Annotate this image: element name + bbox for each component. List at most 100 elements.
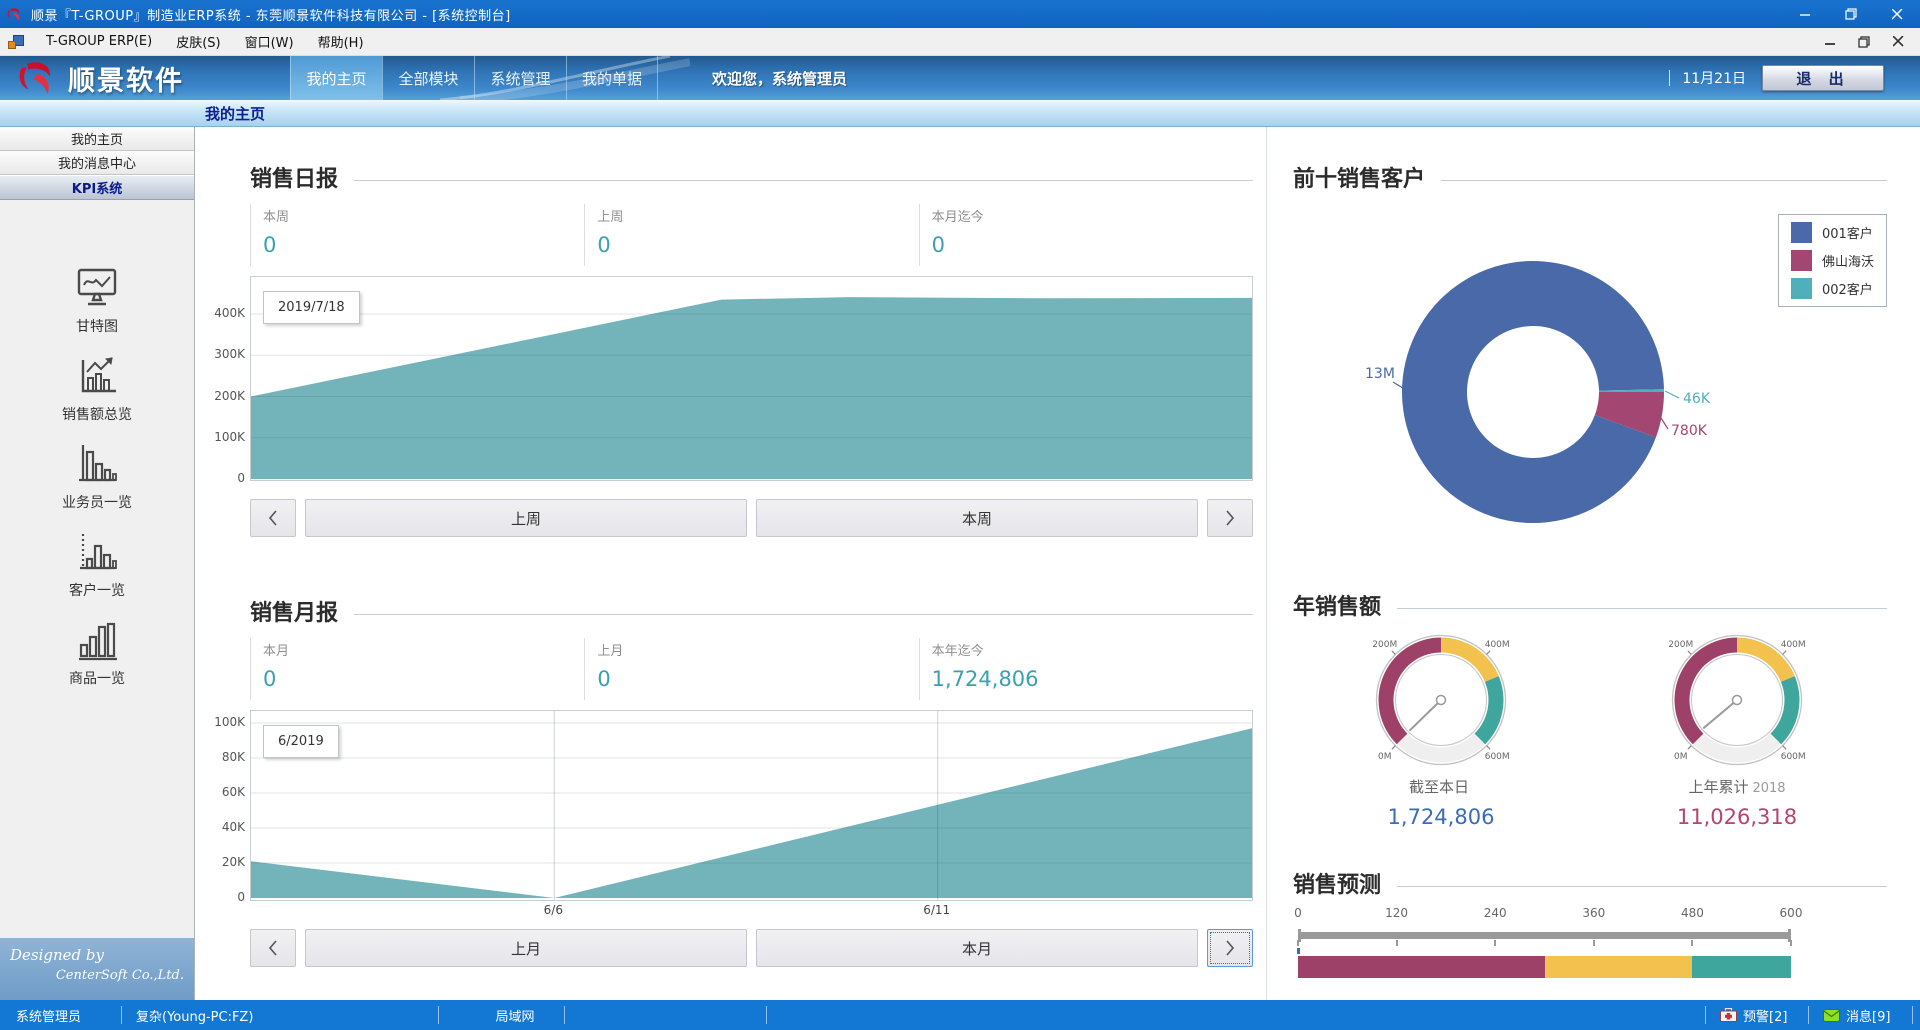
donut-data-label: 46K: [1683, 391, 1711, 407]
monthly-this-month-button[interactable]: 本月: [756, 929, 1198, 967]
sidebar-module-label: 甘特图: [76, 316, 118, 336]
customer-overview-icon: [74, 528, 120, 574]
stat-last-month: 上月 0: [584, 638, 918, 700]
header-tab-my-documents[interactable]: 我的单据: [566, 56, 658, 100]
designed-by-panel: Designed by CenterSoft Co.,Ltd.: [0, 938, 194, 1000]
stat-month-to-date: 本月迄今 0: [919, 204, 1253, 266]
forecast-axis-label: 240: [1473, 906, 1517, 920]
chevron-left-icon: [268, 510, 278, 526]
restore-button[interactable]: [1828, 0, 1874, 28]
legend-item[interactable]: 002客户: [1791, 278, 1874, 299]
header-tab-bar: 我的主页 全部模块 系统管理 我的单据: [290, 56, 658, 100]
gauge-today-block: 0M200M400M600M 截至本日 1,724,806: [1293, 624, 1589, 829]
mdi-window-controls: [1820, 32, 1920, 52]
statusbar-messages[interactable]: 消息[9]: [1823, 1000, 1890, 1030]
gauge-lastyear-value: 11,026,318: [1677, 805, 1797, 829]
daily-last-week-button[interactable]: 上周: [305, 499, 747, 537]
sidebar-module-label: 客户一览: [69, 580, 125, 600]
statusbar-machine: 复杂(Young-PC:FZ): [136, 1000, 253, 1030]
gauge-today-chart: 0M200M400M600M: [1346, 624, 1536, 774]
y-axis-label: 60K: [201, 785, 245, 799]
monthly-chart-tooltip: 6/2019: [263, 725, 339, 758]
sidebar: 我的主页 我的消息中心 KPI系统 甘特图: [0, 127, 195, 1000]
daily-chart-tooltip: 2019/7/18: [263, 291, 360, 324]
gauge-tick-label: 400M: [1781, 640, 1806, 650]
gauge-tick: [1783, 746, 1787, 750]
statusbar-user: 系统管理员: [16, 1000, 81, 1030]
forecast-axis-label: 600: [1769, 906, 1813, 920]
statusbar-separator: [1912, 1006, 1913, 1024]
gauge-tick: [1688, 651, 1692, 655]
forecast-bar-segment: [1545, 956, 1693, 978]
statusbar-separator: [766, 1006, 767, 1024]
header-tab-all-modules[interactable]: 全部模块: [382, 56, 474, 100]
gauge-tick-label: 0M: [1674, 752, 1688, 762]
sidebar-module-product-overview[interactable]: 商品一览: [0, 616, 194, 704]
monthly-last-month-button[interactable]: 上月: [305, 929, 747, 967]
sidebar-module-label: 销售额总览: [62, 404, 132, 424]
sidebar-module-sales-overview[interactable]: 销售额总览: [0, 352, 194, 440]
y-axis-label: 400K: [201, 306, 245, 320]
annual-sales-title: 年销售额: [1293, 589, 1381, 621]
title-rule: [1397, 886, 1887, 887]
donut-legend: 001客户佛山海沃 002客户: [1778, 214, 1887, 307]
app-header: 顺景软件 我的主页 全部模块 系统管理 我的单据 欢迎您，系统管理员 11月21…: [0, 56, 1920, 100]
sidebar-item-my-home[interactable]: 我的主页: [0, 127, 194, 151]
monthly-prev-arrow-button[interactable]: [250, 929, 296, 967]
statusbar-separator: [121, 1006, 122, 1024]
forecast-axis-tick: [1396, 940, 1398, 946]
menu-window[interactable]: 窗口(W): [233, 28, 306, 55]
daily-sales-section: 销售日报 本周 0 上周 0 本月迄今 0 0100K200K300K400K …: [250, 162, 1253, 537]
forecast-axis-tick: [1494, 940, 1496, 946]
monthly-sales-section: 销售月报 本月 0 上月 0 本年迄今 1,724,806 020K40K60K…: [250, 596, 1253, 967]
gauge-band: [1397, 734, 1485, 763]
mdi-restore-button[interactable]: [1854, 32, 1874, 52]
tab-my-home[interactable]: 我的主页: [160, 100, 310, 127]
minimize-button[interactable]: [1782, 0, 1828, 28]
label-leader-line: [1665, 391, 1679, 398]
forecast-axis-tick: [1691, 940, 1693, 946]
header-right-group: 11月21日 退 出: [1669, 56, 1884, 100]
sidebar-item-kpi-system[interactable]: KPI系统: [0, 175, 194, 200]
menu-tgroup-erp[interactable]: T-GROUP ERP(E): [34, 28, 164, 55]
donut-data-label: 13M: [1365, 366, 1395, 382]
brand-logo-icon: [14, 58, 60, 98]
sidebar-module-gantt[interactable]: 甘特图: [0, 264, 194, 352]
top-customers-donut-chart: 13M46K780K: [1353, 252, 1773, 552]
sidebar-item-message-center[interactable]: 我的消息中心: [0, 151, 194, 175]
welcome-message: 欢迎您，系统管理员: [712, 56, 847, 100]
daily-this-week-button[interactable]: 本周: [756, 499, 1198, 537]
gauge-tick: [1688, 746, 1692, 750]
close-button[interactable]: [1874, 0, 1920, 28]
y-axis-label: 80K: [201, 750, 245, 764]
header-tab-my-home[interactable]: 我的主页: [290, 56, 382, 100]
header-tab-system-admin[interactable]: 系统管理: [474, 56, 566, 100]
sidebar-module-salesman-overview[interactable]: 业务员一览: [0, 440, 194, 528]
mdi-close-button[interactable]: [1888, 32, 1908, 52]
gauge-tick-label: 600M: [1781, 752, 1806, 762]
monthly-area-chart-svg: [251, 711, 1252, 900]
monthly-next-arrow-button[interactable]: [1207, 929, 1253, 967]
stat-this-week: 本周 0: [250, 204, 584, 266]
monthly-nav-row: 上月 本月: [250, 929, 1253, 967]
logout-button[interactable]: 退 出: [1762, 65, 1884, 91]
forecast-current-marker: [1297, 948, 1300, 954]
window-controls: [1782, 0, 1920, 28]
menu-skin[interactable]: 皮肤(S): [164, 28, 232, 55]
forecast-bar-segment: [1298, 956, 1545, 978]
statusbar-separator: [1705, 1006, 1706, 1024]
legend-item[interactable]: 001客户: [1791, 222, 1874, 243]
daily-next-arrow-button[interactable]: [1207, 499, 1253, 537]
annual-sales-section: 年销售额 0M200M400M600M 截至本日 1,724,806 0M200…: [1293, 590, 1887, 829]
daily-prev-arrow-button[interactable]: [250, 499, 296, 537]
daily-area-chart-svg: [251, 277, 1252, 480]
monthly-sales-chart: 020K40K60K80K100K 6/2019: [250, 710, 1253, 901]
statusbar-alerts[interactable]: 预警[2]: [1720, 1000, 1787, 1030]
y-axis-label: 0: [201, 471, 245, 485]
legend-item[interactable]: 佛山海沃: [1791, 250, 1874, 271]
menu-help[interactable]: 帮助(H): [306, 28, 376, 55]
gauge-band: [1475, 676, 1504, 744]
mdi-minimize-button[interactable]: [1820, 32, 1840, 52]
chevron-left-icon: [268, 940, 278, 956]
sidebar-module-customer-overview[interactable]: 客户一览: [0, 528, 194, 616]
